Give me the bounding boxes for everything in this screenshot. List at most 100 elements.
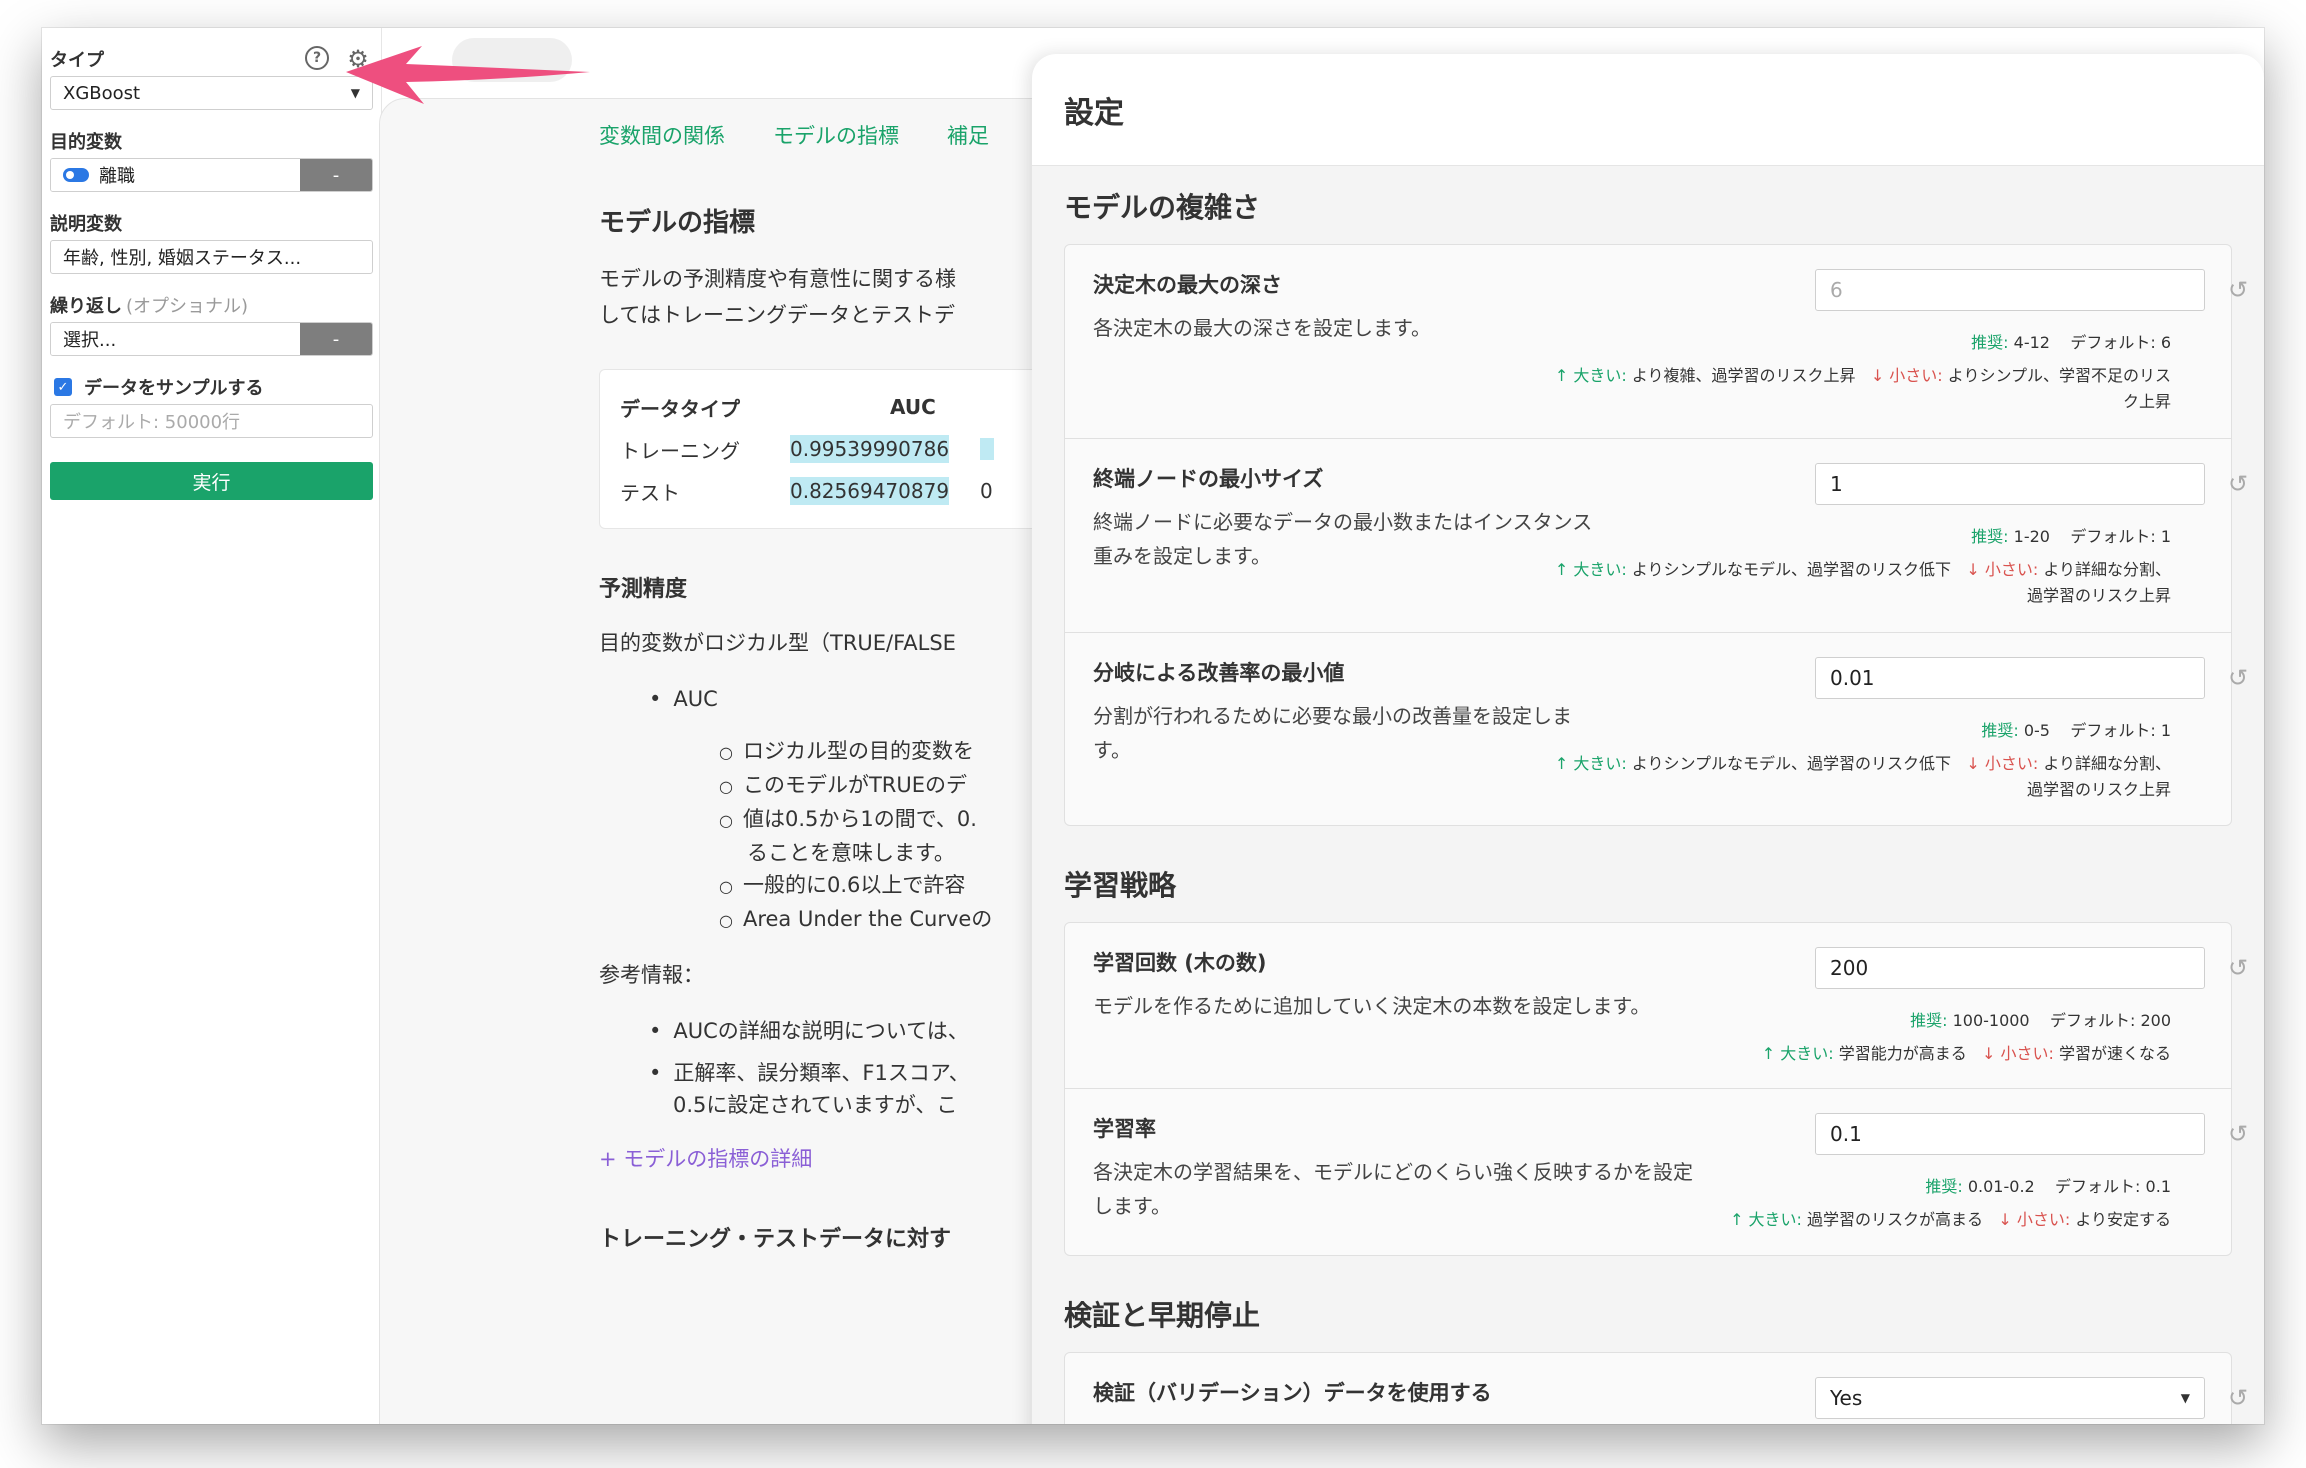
run-button[interactable]: 実行 (50, 462, 373, 500)
param-name: 検証（バリデーション）データを使用する (1093, 1381, 1492, 1405)
min-split-gain-input[interactable]: 0.01 (1815, 657, 2205, 699)
param-hint: ↑ 大きい: 学習能力が高まる ↓ 小さい: 学習が速くなる (1761, 1044, 2171, 1063)
settings-modal: 設定 モデルの複雑さ 決定木の最大の深さ 各決定木の最大の深さを設定します。 6… (1032, 54, 2264, 1424)
repeat-field[interactable]: 選択... - (50, 322, 373, 356)
param-hint: ↑ 大きい: よりシンプルなモデル、過学習のリスク低下 ↓ 小さい: より詳細な… (1554, 560, 2171, 605)
row-auc: 0.82569470879 (790, 477, 950, 505)
complexity-card: 決定木の最大の深さ 各決定木の最大の深さを設定します。 6 ↺ 推奨: 4-12… (1064, 244, 2248, 826)
reset-icon[interactable]: ↺ (2225, 1121, 2251, 1147)
reset-icon[interactable]: ↺ (2225, 277, 2251, 303)
modal-title: 設定 (1064, 95, 1124, 131)
sub-bullet: Area Under the Curveの (599, 903, 1079, 937)
sub-bullet-continuation: ることを意味します。 (747, 841, 955, 865)
param-max-depth: 決定木の最大の深さ 各決定木の最大の深さを設定します。 6 ↺ 推奨: 4-12… (1065, 245, 2248, 439)
bullet-auc: AUC (599, 683, 1079, 715)
section-title-validation: 検証と早期停止 (1064, 1299, 1261, 1332)
param-recommend: 推奨: 0-5 デフォルト: 1 (1981, 721, 2171, 740)
type-select-value: XGBoost (63, 82, 141, 104)
sub-bullet: ロジカル型の目的変数を (599, 735, 1079, 769)
row-cut-value: 0 (980, 479, 993, 503)
toggle-icon[interactable] (63, 168, 89, 182)
document-content: 変数間の関係 モデルの指標 補足 モデルの指標 モデルの予測精度や有意性に関する… (599, 120, 1119, 1253)
reset-icon[interactable]: ↺ (2225, 471, 2251, 497)
use-validation-select[interactable]: Yes ▼ (1815, 1377, 2205, 1419)
features-field[interactable]: 年齢, 性別, 婚姻ステータス... (50, 240, 373, 274)
type-select[interactable]: XGBoost ▼ (50, 76, 373, 110)
reference-label: 参考情報： (599, 963, 704, 987)
checkbox-checked-icon[interactable]: ✓ (54, 378, 72, 396)
accuracy-heading: 予測精度 (599, 577, 688, 602)
sub-bullet: 値は0.5から1の間で、0. (599, 803, 1079, 837)
param-use-validation: 検証（バリデーション）データを使用する Yes ▼ ↺ (1065, 1353, 2248, 1424)
param-n-trees: 学習回数 (木の数) モデルを作るために追加していく決定木の本数を設定します。 … (1065, 923, 2248, 1089)
tab-supplement[interactable]: 補足 (947, 120, 989, 150)
features-label: 説明変数 (50, 214, 122, 235)
use-validation-value: Yes (1830, 1386, 1863, 1410)
param-recommend: 推奨: 100-1000 デフォルト: 200 (1910, 1011, 2171, 1030)
max-depth-input[interactable]: 6 (1815, 269, 2205, 311)
ref-bullet-continuation: 0.5に設定されていますが、こ (673, 1093, 958, 1117)
param-hint: ↑ 大きい: より複雑、過学習のリスク上昇 ↓ 小さい: よりシンプル、学習不足… (1554, 366, 2171, 411)
modal-header: 設定 (1032, 54, 2264, 166)
metrics-detail-link[interactable]: + モデルの指標の詳細 (599, 1143, 1079, 1173)
section-title-complexity: モデルの複雑さ (1064, 191, 1261, 224)
section-title-strategy: 学習戦略 (1064, 869, 1177, 902)
tab-relations[interactable]: 変数間の関係 (599, 120, 725, 150)
reset-icon[interactable]: ↺ (2225, 665, 2251, 691)
row-auc: 0.99539990786 (790, 435, 950, 463)
param-desc: 分割が行われるために必要な最小の改善量を設定します。 (1093, 704, 1572, 762)
table-row: トレーニング 0.99539990786 (620, 428, 1098, 470)
accuracy-text: 目的変数がロジカル型（TRUE/FALSE (599, 631, 956, 655)
repeat-label-row: 繰り返し (オプショナル) (50, 290, 373, 320)
ref-bullet: 正解率、誤分類率、F1スコア、 (599, 1057, 1079, 1089)
repeat-remove-button[interactable]: - (300, 323, 372, 355)
table-row: テスト 0.82569470879 0 (620, 470, 1098, 512)
target-field[interactable]: 離職 - (50, 158, 373, 192)
param-name: 決定木の最大の深さ (1093, 273, 1282, 297)
strategy-card: 学習回数 (木の数) モデルを作るために追加していく決定木の本数を設定します。 … (1064, 922, 2248, 1256)
reset-icon[interactable]: ↺ (2225, 1385, 2251, 1411)
repeat-optional: (オプショナル) (126, 296, 249, 317)
n-trees-input[interactable]: 200 (1815, 947, 2205, 989)
param-desc: モデルを作るために追加していく決定木の本数を設定します。 (1093, 994, 1651, 1018)
validation-card: 検証（バリデーション）データを使用する Yes ▼ ↺ (1064, 1352, 2248, 1424)
help-icon[interactable]: ? (305, 46, 329, 70)
param-learning-rate: 学習率 各決定木の学習結果を、モデルにどのくらい強く反映するかを設定します。 0… (1065, 1089, 2248, 1255)
modal-body: モデルの複雑さ 決定木の最大の深さ 各決定木の最大の深さを設定します。 6 ↺ … (1032, 186, 2264, 1424)
row-type: テスト (620, 480, 680, 505)
type-label-row: タイプ ? ⚙ (50, 44, 373, 74)
param-name: 学習回数 (木の数) (1093, 951, 1267, 975)
min-node-size-input[interactable]: 1 (1815, 463, 2205, 505)
param-recommend: 推奨: 0.01-0.2 デフォルト: 0.1 (1925, 1177, 2171, 1196)
doc-tabs: 変数間の関係 モデルの指標 補足 (599, 120, 1079, 150)
target-label: 目的変数 (50, 132, 122, 153)
row-type: トレーニング (620, 438, 740, 463)
sidebar: タイプ ? ⚙ XGBoost ▼ 目的変数 離職 - 説明変数 年齢, 性別,… (42, 28, 382, 1424)
param-name: 学習率 (1093, 1117, 1156, 1141)
param-min-split-gain: 分岐による改善率の最小値 分割が行われるために必要な最小の改善量を設定します。 … (1065, 633, 2248, 825)
learning-rate-input[interactable]: 0.1 (1815, 1113, 2205, 1155)
header-data-type: データタイプ (620, 396, 740, 421)
ref-bullet: AUCの詳細な説明については、 (599, 1015, 1079, 1047)
sample-label: データをサンプルする (84, 378, 264, 399)
param-hint: ↑ 大きい: よりシンプルなモデル、過学習のリスク低下 ↓ 小さい: より詳細な… (1554, 754, 2171, 799)
sample-size-input[interactable]: デフォルト: 50000行 (50, 404, 373, 438)
caret-down-icon: ▼ (2180, 1391, 2190, 1405)
target-remove-button[interactable]: - (300, 159, 372, 191)
target-value: 離職 (99, 166, 135, 187)
param-hint: ↑ 大きい: 過学習のリスクが高まる ↓ 小さい: より安定する (1730, 1210, 2171, 1229)
param-min-node-size: 終端ノードの最小サイズ 終端ノードに必要なデータの最小数またはインスタンス重みを… (1065, 439, 2248, 633)
reset-icon[interactable]: ↺ (2225, 955, 2251, 981)
table-header: データタイプ AUC (620, 386, 1098, 428)
sub-bullet: 一般的に0.6以上で許容 (599, 869, 1079, 903)
param-desc: 終端ノードに必要なデータの最小数またはインスタンス重みを設定します。 (1093, 510, 1593, 568)
param-recommend: 推奨: 1-20 デフォルト: 1 (1971, 527, 2171, 546)
tab-metrics[interactable]: モデルの指標 (773, 120, 899, 150)
intro-line-1: モデルの予測精度や有意性に関する様 (599, 267, 956, 291)
intro-line-2: してはトレーニングデータとテストデ (599, 303, 955, 327)
app-window: タイプ ? ⚙ XGBoost ▼ 目的変数 離職 - 説明変数 年齢, 性別,… (42, 28, 2264, 1424)
sub-bullet: このモデルがTRUEのデ (599, 769, 1079, 803)
sample-checkbox-row[interactable]: ✓ データをサンプルする (50, 372, 373, 402)
train-test-heading: トレーニング・テストデータに対す (599, 1227, 952, 1252)
param-desc: 各決定木の最大の深さを設定します。 (1093, 316, 1431, 340)
